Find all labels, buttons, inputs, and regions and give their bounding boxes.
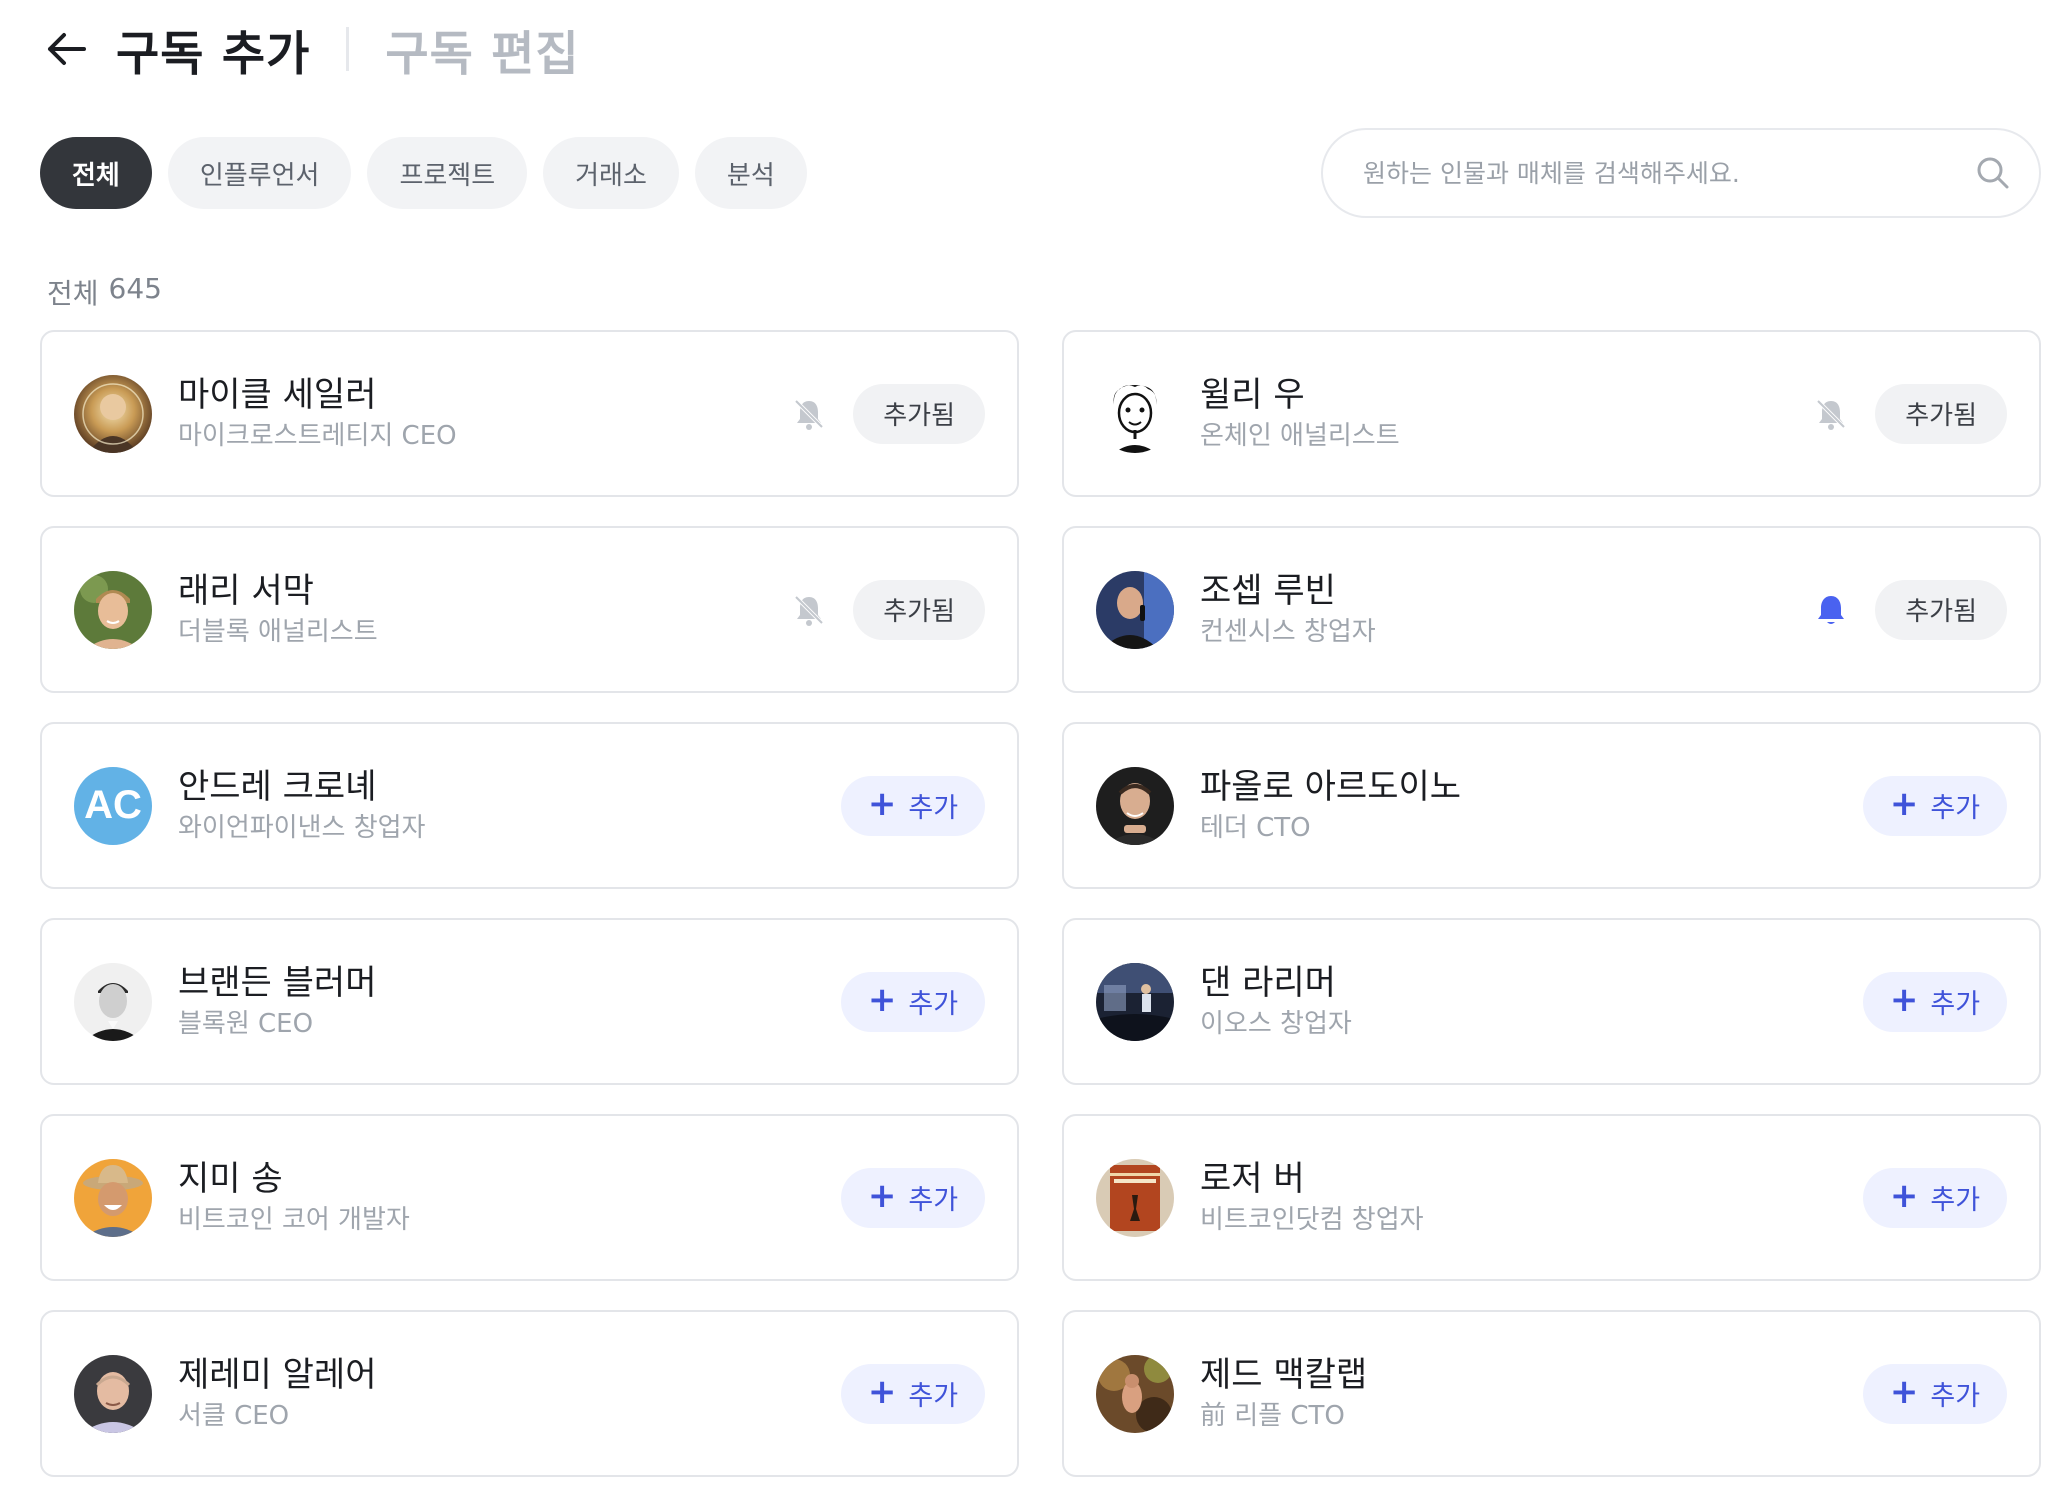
add-button[interactable]: + 추가 xyxy=(841,775,985,836)
profile-role: 블록원 CEO xyxy=(178,1008,314,1039)
avatar xyxy=(74,962,152,1041)
profile-role: 비트코인닷컴 창업자 xyxy=(1200,1204,1424,1235)
added-button[interactable]: 추가됨 xyxy=(853,383,985,444)
added-button[interactable]: 추가됨 xyxy=(1875,383,2007,444)
profile-card: AC 안드레 크로녜 와이언파이낸스 창업자 + 추가 xyxy=(40,722,1019,889)
add-button-label: 추가 xyxy=(1930,1381,1981,1412)
avatar xyxy=(1096,766,1174,845)
profile-role: 前 리플 CTO xyxy=(1200,1400,1345,1431)
profile-name: 브랜든 블러머 xyxy=(178,962,377,1003)
profile-card: 마이클 세일러 마이크로스트레티지 CEO 추가됨 xyxy=(40,330,1019,497)
profile-role: 마이크로스트레티지 CEO xyxy=(178,420,457,451)
add-button[interactable]: + 추가 xyxy=(1863,1167,2007,1228)
plus-icon: + xyxy=(1889,784,1919,824)
profile-name: 제레미 알레어 xyxy=(178,1354,377,1395)
bell-on-icon[interactable] xyxy=(1809,588,1853,632)
profile-card: 댄 라리머 이오스 창업자 + 추가 xyxy=(1062,918,2041,1085)
result-count-label: 전체 xyxy=(47,277,99,310)
filter-chip-all[interactable]: 전체 xyxy=(40,137,152,209)
add-button[interactable]: + 추가 xyxy=(841,1167,985,1228)
profile-role: 비트코인 코어 개발자 xyxy=(178,1204,410,1235)
tab-add-subscription[interactable]: 구독 추가 xyxy=(116,15,310,84)
avatar xyxy=(1096,962,1174,1041)
profile-card: 제레미 알레어 서클 CEO + 추가 xyxy=(40,1310,1019,1477)
profile-role: 이오스 창업자 xyxy=(1200,1008,1352,1039)
add-button[interactable]: + 추가 xyxy=(1863,971,2007,1032)
profile-role: 컨센시스 창업자 xyxy=(1200,616,1376,647)
avatar: AC xyxy=(74,766,152,845)
add-button[interactable]: + 추가 xyxy=(841,971,985,1032)
avatar xyxy=(74,374,152,453)
profile-name: 윌리 우 xyxy=(1200,374,1305,415)
filter-chip-project[interactable]: 프로젝트 xyxy=(367,137,528,209)
profile-card: 로저 버 비트코인닷컴 창업자 + 추가 xyxy=(1062,1114,2041,1281)
profile-name: 댄 라리머 xyxy=(1200,962,1336,1003)
avatar xyxy=(1096,1158,1174,1237)
search-icon[interactable] xyxy=(1973,153,2013,193)
profile-card: 브랜든 블러머 블록원 CEO + 추가 xyxy=(40,918,1019,1085)
plus-icon: + xyxy=(1889,1372,1919,1412)
profile-name: 로저 버 xyxy=(1200,1158,1305,1199)
avatar xyxy=(1096,1354,1174,1433)
profile-role: 와이언파이낸스 창업자 xyxy=(178,812,426,843)
add-button-label: 추가 xyxy=(1930,989,1981,1020)
profile-role: 서클 CEO xyxy=(178,1400,290,1431)
avatar xyxy=(74,1354,152,1433)
profile-name: 파올로 아르도이노 xyxy=(1200,766,1462,807)
tab-edit-subscription[interactable]: 구독 편집 xyxy=(385,15,579,84)
back-button[interactable] xyxy=(44,27,88,71)
filter-chip-analysis[interactable]: 분석 xyxy=(694,137,807,209)
profile-name: 안드레 크로녜 xyxy=(178,766,377,807)
profile-name: 제드 맥칼랩 xyxy=(1200,1354,1368,1395)
avatar xyxy=(1096,374,1174,453)
avatar xyxy=(1096,570,1174,649)
profile-name: 조셉 루빈 xyxy=(1200,570,1336,611)
add-button-label: 추가 xyxy=(908,793,959,824)
avatar xyxy=(74,1158,152,1237)
bell-off-icon[interactable] xyxy=(1809,392,1853,436)
profile-grid: 마이클 세일러 마이크로스트레티지 CEO 추가됨 윌리 우 온체인 애널리스트… xyxy=(40,330,2041,1477)
profile-card: 윌리 우 온체인 애널리스트 추가됨 xyxy=(1062,330,2041,497)
title-divider xyxy=(346,27,350,71)
added-button[interactable]: 추가됨 xyxy=(1875,579,2007,640)
page-header: 구독 추가 구독 편집 xyxy=(44,14,580,84)
plus-icon: + xyxy=(1889,1176,1919,1216)
search-input[interactable] xyxy=(1363,158,1973,188)
profile-card: 래리 서막 더블록 애널리스트 추가됨 xyxy=(40,526,1019,693)
profile-name: 마이클 세일러 xyxy=(178,374,377,415)
profile-name: 래리 서막 xyxy=(178,570,314,611)
plus-icon: + xyxy=(1889,980,1919,1020)
plus-icon: + xyxy=(867,1176,897,1216)
plus-icon: + xyxy=(867,1372,897,1412)
profile-card: 파올로 아르도이노 테더 CTO + 추가 xyxy=(1062,722,2041,889)
result-count-value: 645 xyxy=(108,272,162,305)
add-button[interactable]: + 추가 xyxy=(1863,775,2007,836)
add-button[interactable]: + 추가 xyxy=(1863,1363,2007,1424)
arrow-left-icon xyxy=(48,33,86,65)
added-button[interactable]: 추가됨 xyxy=(853,579,985,640)
result-count: 전체 645 xyxy=(47,272,162,312)
add-button[interactable]: + 추가 xyxy=(841,1363,985,1424)
filter-chips: 전체 인플루언서 프로젝트 거래소 분석 xyxy=(40,137,807,209)
filter-chip-exchange[interactable]: 거래소 xyxy=(543,137,679,209)
avatar xyxy=(74,570,152,649)
plus-icon: + xyxy=(867,980,897,1020)
add-button-label: 추가 xyxy=(908,1381,959,1412)
add-button-label: 추가 xyxy=(1930,793,1981,824)
filter-chip-influencer[interactable]: 인플루언서 xyxy=(167,137,352,209)
profile-role: 온체인 애널리스트 xyxy=(1200,420,1400,451)
profile-role: 테더 CTO xyxy=(1200,812,1311,843)
profile-card: 지미 송 비트코인 코어 개발자 + 추가 xyxy=(40,1114,1019,1281)
profile-card: 조셉 루빈 컨센시스 창업자 추가됨 xyxy=(1062,526,2041,693)
profile-name: 지미 송 xyxy=(178,1158,283,1199)
profile-role: 더블록 애널리스트 xyxy=(178,616,378,647)
add-button-label: 추가 xyxy=(1930,1185,1981,1216)
plus-icon: + xyxy=(867,784,897,824)
add-button-label: 추가 xyxy=(908,989,959,1020)
bell-off-icon[interactable] xyxy=(787,588,831,632)
add-button-label: 추가 xyxy=(908,1185,959,1216)
search-box xyxy=(1321,128,2041,218)
bell-off-icon[interactable] xyxy=(787,392,831,436)
profile-card: 제드 맥칼랩 前 리플 CTO + 추가 xyxy=(1062,1310,2041,1477)
